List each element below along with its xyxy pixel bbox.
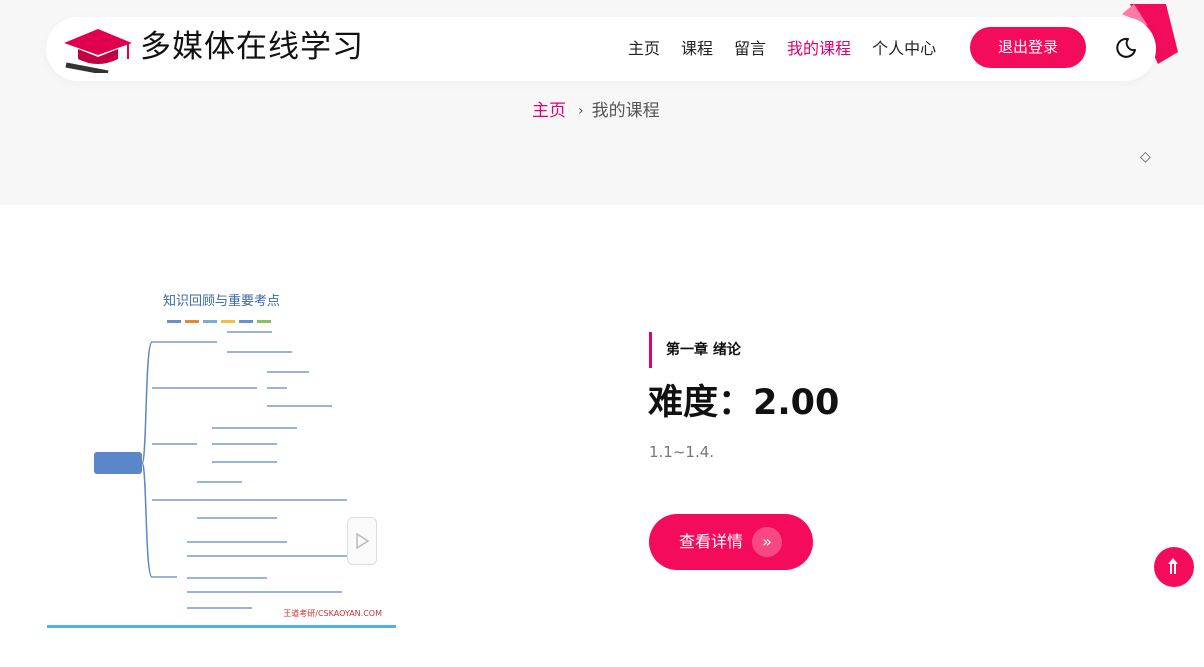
nav-my-courses[interactable]: 我的课程 <box>787 37 851 61</box>
nav-messages[interactable]: 留言 <box>734 37 766 61</box>
nav-courses[interactable]: 课程 <box>681 37 713 61</box>
main-nav: 主页 课程 留言 我的课程 个人中心 <box>628 37 957 61</box>
breadcrumb: 主页 › 我的课程 <box>532 99 660 123</box>
breadcrumb-home-link[interactable]: 主页 <box>532 99 566 123</box>
breadcrumb-separator-icon: › <box>578 103 584 119</box>
scroll-to-top-button[interactable] <box>1154 547 1194 587</box>
chapter-label: 第一章 绪论 <box>649 332 741 368</box>
view-details-button[interactable]: 查看详情 » <box>649 514 813 570</box>
arrow-up-icon <box>1168 558 1178 574</box>
site-title[interactable]: 多媒体在线学习 <box>140 25 364 69</box>
course-thumbnail[interactable]: 知识回顾与重要考点 王道考研/CSKAOYAN.COM <box>47 272 396 628</box>
thumbnail-watermark: 王道考研/CSKAOYAN.COM <box>283 609 382 618</box>
breadcrumb-current: 我的课程 <box>591 101 660 121</box>
graduation-cap-icon[interactable] <box>62 25 134 73</box>
view-details-label: 查看详情 <box>679 532 744 551</box>
mindmap-image <box>94 320 347 609</box>
difficulty-heading: 难度：2.00 <box>648 383 840 423</box>
double-chevron-right-icon: » <box>752 527 782 557</box>
moon-icon[interactable] <box>1114 36 1138 60</box>
logout-button[interactable]: 退出登录 <box>970 27 1086 68</box>
play-icon[interactable] <box>347 517 377 565</box>
course-description: 1.1~1.4. <box>649 443 715 461</box>
nav-profile[interactable]: 个人中心 <box>872 37 936 61</box>
navbar: 多媒体在线学习 主页 课程 留言 我的课程 个人中心 退出登录 <box>46 17 1156 81</box>
nav-home[interactable]: 主页 <box>628 37 660 61</box>
diamond-icon: ◇ <box>1140 149 1151 165</box>
